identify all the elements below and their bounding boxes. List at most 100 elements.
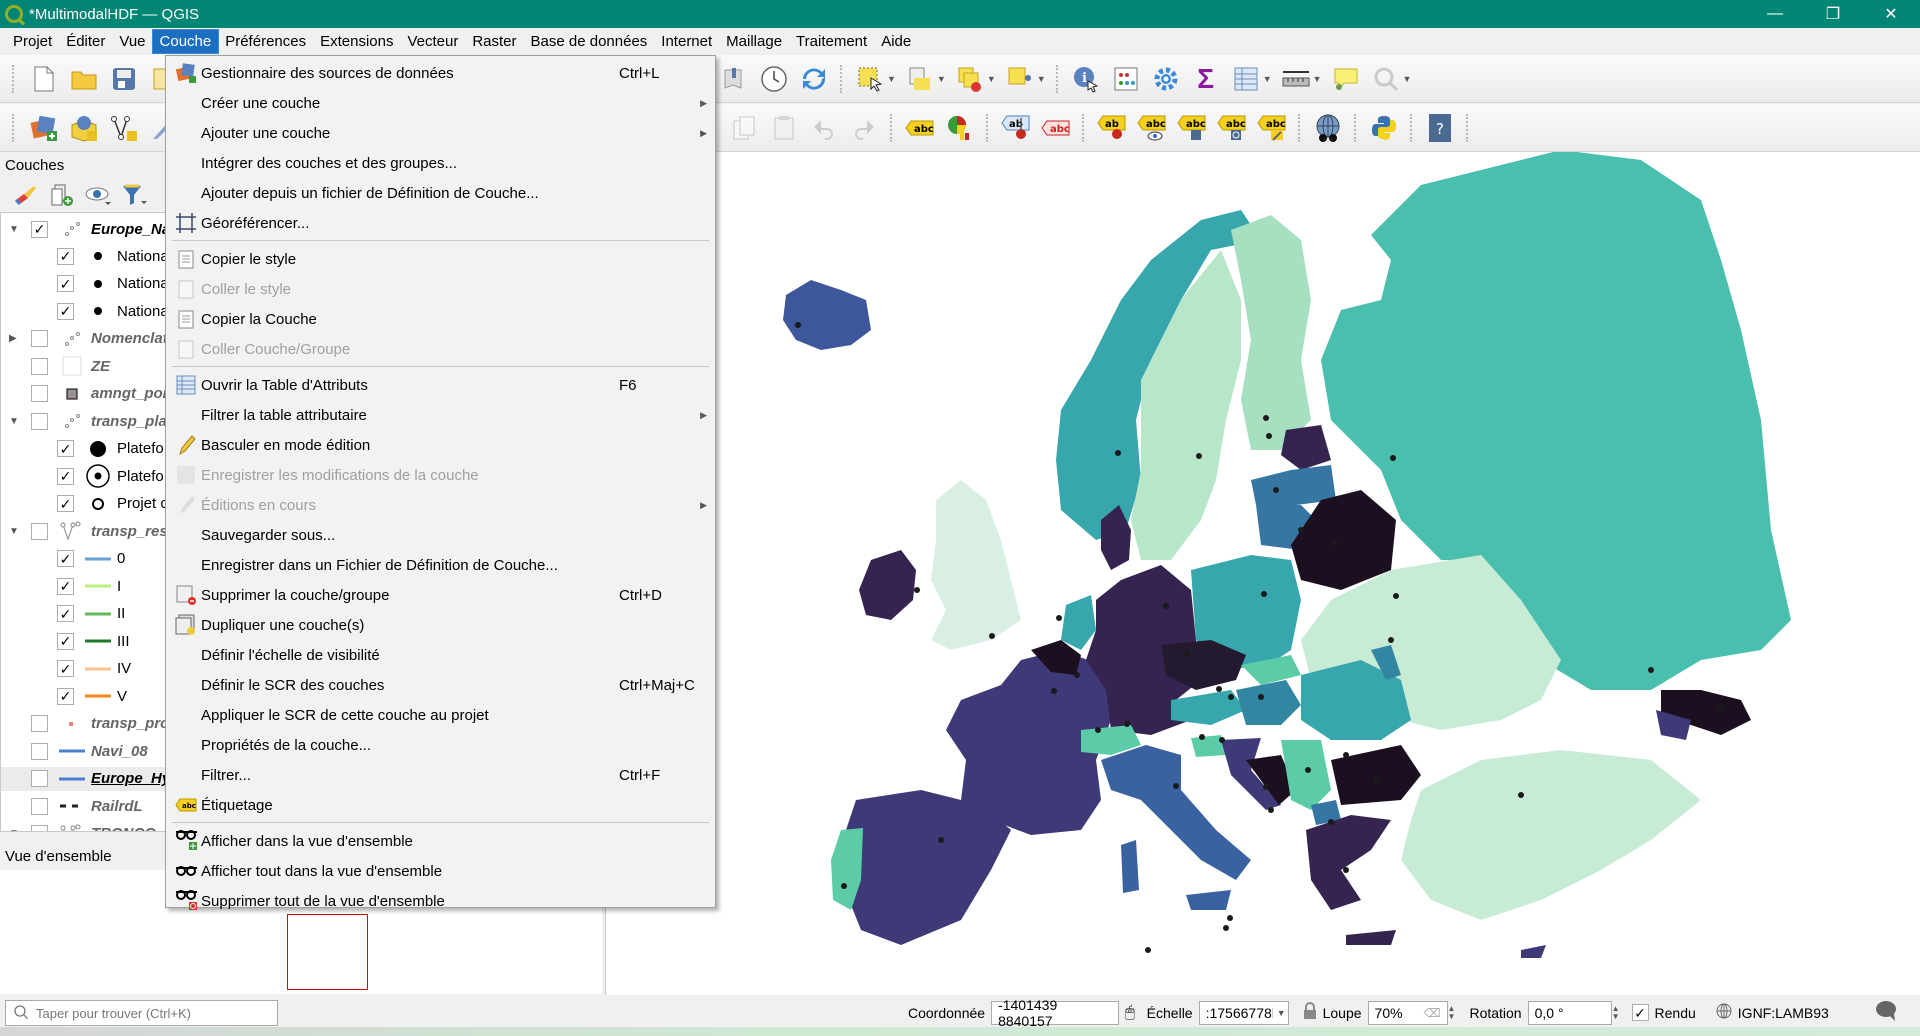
add-group-icon[interactable] — [49, 182, 75, 208]
chevron-down-icon[interactable]: ▼ — [987, 74, 996, 84]
menu-vecteur[interactable]: Vecteur — [400, 30, 465, 53]
toolbar-grip[interactable] — [890, 113, 894, 142]
layer-visibility-checkbox[interactable] — [31, 412, 48, 430]
chevron-down-icon[interactable]: ▼ — [1403, 74, 1412, 84]
layer-visibility-checkbox[interactable]: ✓ — [57, 302, 74, 320]
layer-visibility-checkbox[interactable]: ✓ — [57, 440, 74, 458]
chevron-down-icon[interactable]: ▼ — [887, 74, 896, 84]
open-project-icon[interactable] — [68, 63, 100, 95]
expand-arrow-icon[interactable]: ▶ — [9, 333, 17, 344]
magnifier-spinbox[interactable]: 70% ⌫ — [1367, 1000, 1448, 1025]
layer-visibility-checkbox[interactable]: ✓ — [31, 220, 48, 238]
toolbar-grip[interactable] — [12, 64, 16, 93]
highlight-label-icon[interactable]: abc — [1040, 112, 1072, 144]
new-project-icon[interactable] — [28, 63, 60, 95]
layer-visibility-checkbox[interactable] — [31, 742, 48, 760]
coordinate-field[interactable]: -1401439 8840157 — [991, 997, 1120, 1029]
style-brush-icon[interactable] — [13, 182, 39, 208]
menu-item-integrer-des-couches-et-des-groupes[interactable]: Intégrer des couches et des groupes... — [166, 148, 715, 178]
menu-item-etiquetage[interactable]: abc Étiquetage — [166, 790, 715, 820]
menu-item-gestionnaire-des-sources-de-donnees[interactable]: Gestionnaire des sources de données Ctrl+… — [166, 58, 715, 88]
map-canvas[interactable] — [605, 152, 1920, 995]
layer-visibility-checkbox[interactable]: ✓ — [57, 467, 74, 485]
layer-visibility-checkbox[interactable]: ✓ — [57, 577, 74, 595]
zoom-magnifier-icon[interactable] — [1370, 63, 1402, 95]
rotation-spinbox[interactable]: 0,0 ° — [1527, 1000, 1612, 1025]
select-features-icon[interactable] — [854, 63, 886, 95]
chevron-down-icon[interactable]: ▼ — [1271, 1007, 1286, 1018]
menu-item-definir-l-echelle-de-visibilite[interactable]: Définir l'échelle de visibilité — [166, 640, 715, 670]
crs-globe-icon[interactable] — [1716, 1003, 1732, 1022]
new-shapefile-layer-icon[interactable] — [108, 112, 140, 144]
edit-label-icon[interactable]: abc — [1256, 112, 1288, 144]
layer-visibility-checkbox[interactable]: ✓ — [57, 687, 74, 705]
layer-visibility-checkbox[interactable]: ✓ — [57, 632, 74, 650]
show-hide-label-icon[interactable]: abc — [1136, 112, 1168, 144]
help-icon[interactable]: ? — [1424, 112, 1456, 144]
toolbar-grip[interactable] — [840, 64, 844, 93]
collapse-arrow-icon[interactable]: ▼ — [9, 828, 19, 831]
menu-aide[interactable]: Aide — [874, 30, 918, 53]
layer-visibility-checkbox[interactable]: ✓ — [57, 495, 74, 513]
layer-visibility-checkbox[interactable]: ✓ — [57, 275, 74, 293]
move-label-icon[interactable]: ab — [1096, 112, 1128, 144]
attribute-table-calc-icon[interactable] — [1110, 63, 1142, 95]
new-geopackage-layer-icon[interactable] — [68, 112, 100, 144]
select-location-icon[interactable] — [1004, 63, 1036, 95]
scale-combobox[interactable]: :17566778 ▼ — [1198, 1000, 1289, 1025]
menu-extensions[interactable]: Extensions — [313, 30, 400, 53]
layer-visibility-checkbox[interactable]: ✓ — [57, 660, 74, 678]
refresh-icon[interactable] — [798, 63, 830, 95]
statistics-sum-icon[interactable]: Σ — [1190, 63, 1222, 95]
menu-raster[interactable]: Raster — [465, 30, 523, 53]
label-abc-icon[interactable]: abc — [904, 112, 936, 144]
collapse-arrow-icon[interactable]: ▼ — [9, 224, 19, 235]
menu-item-supprimer-tout-de-la-vue-d-ensemble[interactable]: Supprimer tout de la vue d'ensemble — [166, 886, 715, 916]
open-attribute-table-icon[interactable] — [1230, 63, 1262, 95]
menu-item-appliquer-le-scr-de-cette-couche-au-projet[interactable]: Appliquer le SCR de cette couche au proj… — [166, 700, 715, 730]
close-button[interactable]: ✕ — [1862, 0, 1920, 28]
menu-item-proprietes-de-la-couche[interactable]: Propriétés de la couche... — [166, 730, 715, 760]
menu-item-copier-le-style[interactable]: Copier le style — [166, 244, 715, 274]
mouse-cursor-toggle-icon[interactable]: 🖱 — [1125, 1004, 1135, 1022]
menu-item-dupliquer-une-couche-s[interactable]: Dupliquer une couche(s) — [166, 610, 715, 640]
change-label-icon[interactable]: abc — [1216, 112, 1248, 144]
filter-icon[interactable] — [121, 182, 147, 208]
minimize-button[interactable]: — — [1746, 0, 1804, 28]
redo-icon[interactable] — [848, 112, 880, 144]
python-console-icon[interactable] — [1368, 112, 1400, 144]
menu-item-ajouter-une-couche[interactable]: Ajouter une couche ▶ — [166, 118, 715, 148]
menu-projet[interactable]: Projet — [6, 30, 59, 53]
chevron-down-icon[interactable]: ▼ — [1263, 74, 1272, 84]
layer-visibility-checkbox[interactable] — [31, 330, 48, 348]
measure-icon[interactable] — [1280, 63, 1312, 95]
spin-arrows-icon[interactable]: ▲ ▼ — [1612, 1004, 1620, 1021]
layer-visibility-checkbox[interactable]: ✓ — [57, 247, 74, 265]
spin-arrows-icon[interactable]: ▲ ▼ — [1448, 1004, 1456, 1021]
toolbar-grip[interactable] — [1298, 113, 1302, 142]
toolbar-grip[interactable] — [986, 113, 990, 142]
menu-item-supprimer-la-couche-groupe[interactable]: Supprimer la couche/groupe Ctrl+D — [166, 580, 715, 610]
menu-item-filtrer-la-table-attributaire[interactable]: Filtrer la table attributaire ▶ — [166, 400, 715, 430]
data-source-manager-icon[interactable] — [28, 112, 60, 144]
menu-item-georeferencer[interactable]: Géoréférencer... — [166, 208, 715, 238]
toolbar-grip[interactable] — [12, 113, 16, 142]
layer-visibility-checkbox[interactable] — [31, 522, 48, 540]
layer-visibility-checkbox[interactable] — [31, 715, 48, 733]
menu-item-creer-une-couche[interactable]: Créer une couche ▶ — [166, 88, 715, 118]
overview-extent-rectangle[interactable] — [287, 914, 368, 990]
menu-editer[interactable]: Éditer — [59, 30, 112, 53]
menu-item-afficher-tout-dans-la-vue-d-ensemble[interactable]: Afficher tout dans la vue d'ensemble — [166, 856, 715, 886]
menu-internet[interactable]: Internet — [654, 30, 719, 53]
chevron-down-icon[interactable]: ▼ — [1313, 74, 1322, 84]
rotate-label-icon[interactable]: abc — [1176, 112, 1208, 144]
diagram-icon[interactable] — [944, 112, 976, 144]
toolbar-grip[interactable] — [1410, 113, 1414, 142]
pin-label-icon[interactable]: ab — [1000, 112, 1032, 144]
chevron-down-icon[interactable]: ▼ — [937, 74, 946, 84]
map-tips-icon[interactable] — [1330, 63, 1362, 95]
menu-item-definir-le-scr-des-couches[interactable]: Définir le SCR des couches Ctrl+Maj+C — [166, 670, 715, 700]
menu-couche[interactable]: Couche — [151, 29, 220, 54]
locator-search-input[interactable]: Taper pour trouver (Ctrl+K) — [5, 1000, 278, 1026]
menu-item-enregistrer-dans-un-fichier-de-definition-de-couche[interactable]: Enregistrer dans un Fichier de Définitio… — [166, 550, 715, 580]
